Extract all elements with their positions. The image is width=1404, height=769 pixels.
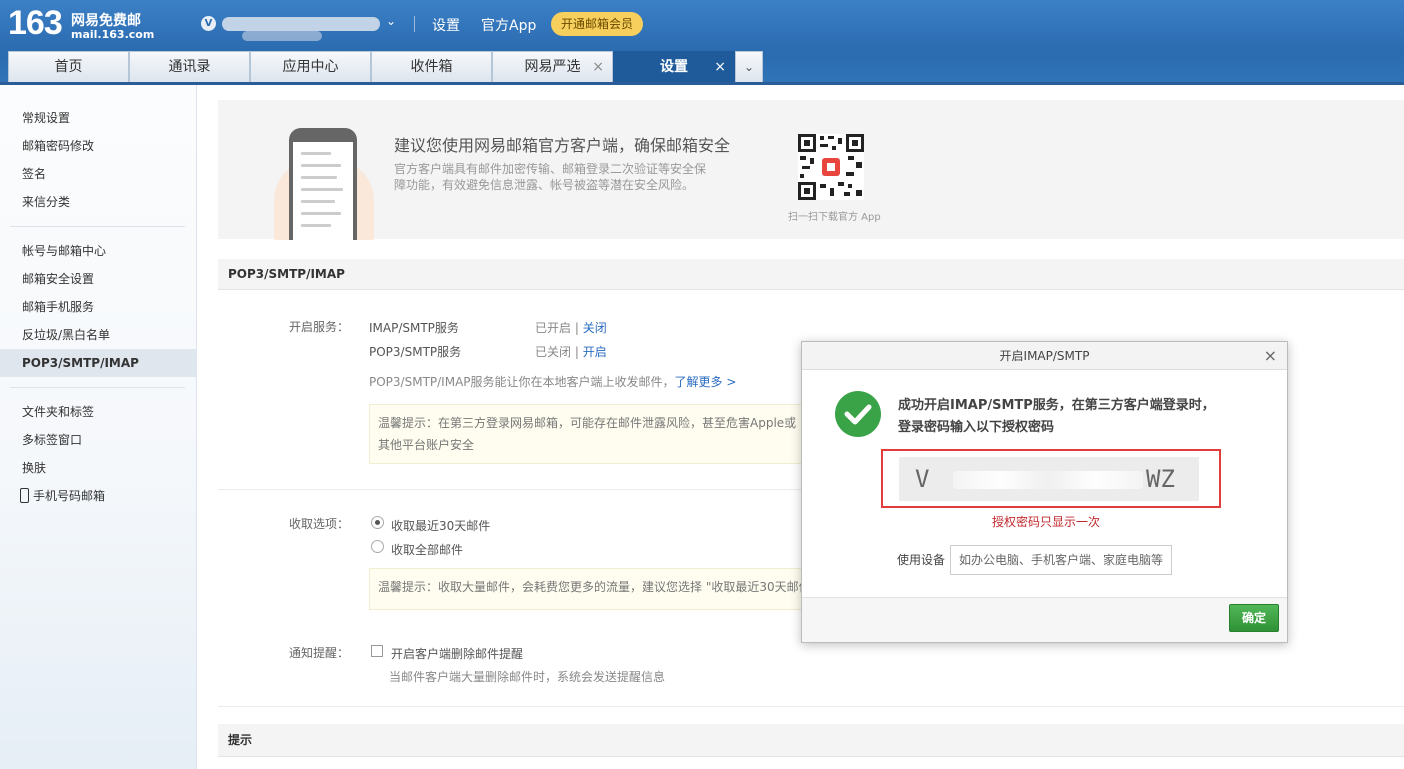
traffic-tip: 温馨提示：收取大量邮件，会耗费您更多的流量，建议您选择 "收取最近30天邮件" — [369, 568, 809, 610]
sidebar-item-phone-mailbox[interactable]: 手机号码邮箱 — [0, 482, 197, 510]
auth-code-redacted — [953, 471, 1143, 489]
sidebar-item-security[interactable]: 邮箱安全设置 — [0, 265, 197, 293]
sidebar-item-mobile-service[interactable]: 邮箱手机服务 — [0, 293, 197, 321]
mobile-phone-icon — [20, 488, 29, 503]
top-header: 163 网易免费邮 mail.163.com V ⌄ 设置 官方App 开通邮箱… — [0, 0, 1404, 85]
settings-sidebar: 常规设置 邮箱密码修改 签名 来信分类 帐号与邮箱中心 邮箱安全设置 邮箱手机服… — [0, 85, 197, 769]
sidebar-group-account: 帐号与邮箱中心 邮箱安全设置 邮箱手机服务 反垃圾/黑白名单 POP3/SMTP… — [0, 237, 197, 377]
logo-name: 网易免费邮 — [71, 13, 141, 29]
close-tab-icon[interactable]: × — [592, 52, 604, 82]
tab-inbox[interactable]: 收件箱 — [371, 51, 492, 82]
tab-label: 网易严选 — [524, 59, 581, 75]
tab-app-center[interactable]: 应用中心 — [250, 51, 371, 82]
sidebar-divider — [10, 387, 185, 388]
account-name-redacted[interactable] — [222, 17, 380, 41]
qr-code-icon — [798, 134, 864, 200]
sidebar-item-label: 手机号码邮箱 — [33, 489, 106, 503]
vip-button[interactable]: 开通邮箱会员 — [551, 12, 644, 36]
close-tab-icon[interactable]: × — [714, 52, 726, 82]
pop3-open-link[interactable]: 开启 — [583, 345, 607, 359]
vip-level-icon: V — [201, 16, 216, 31]
logo-domain: mail.163.com — [71, 28, 155, 41]
auth-code-start: V — [915, 465, 930, 493]
banner-description: 官方客户端具有邮件加密传输、邮箱登录二次验证等安全保障功能，有效避免信息泄露、帐… — [394, 162, 707, 192]
phone-illustration — [289, 128, 357, 240]
sidebar-item-pop3-smtp-imap[interactable]: POP3/SMTP/IMAP — [0, 349, 197, 377]
banner-title: 建议您使用网易邮箱官方客户端，确保邮箱安全 — [394, 136, 731, 155]
qr-caption: 扫一扫下载官方 App — [788, 212, 881, 223]
status-text: 已关闭 — [535, 345, 572, 359]
section-divider — [218, 706, 1404, 707]
sidebar-item-account-center[interactable]: 帐号与邮箱中心 — [0, 237, 197, 265]
sidebar-divider — [10, 226, 185, 227]
settings-link[interactable]: 设置 — [432, 15, 460, 35]
account-dropdown-icon[interactable]: ⌄ — [386, 14, 396, 28]
notify-checkbox[interactable] — [371, 645, 383, 657]
sidebar-item-general[interactable]: 常规设置 — [0, 104, 197, 132]
receive-options-label: 收取选项： — [289, 517, 350, 531]
auth-code[interactable]: V WZ — [899, 457, 1199, 501]
tab-label: 设置 — [660, 59, 688, 75]
service-info-text: POP3/SMTP/IMAP服务能让你在本地客户端上收发邮件， — [369, 375, 675, 389]
status-text: 已开启 — [535, 321, 572, 335]
divider: | — [574, 321, 579, 335]
sidebar-item-folders[interactable]: 文件夹和标签 — [0, 398, 197, 426]
sidebar-group-misc: 文件夹和标签 多标签窗口 换肤 手机号码邮箱 — [0, 398, 197, 510]
radio-30days[interactable] — [371, 516, 384, 529]
auth-code-end: WZ — [1146, 465, 1175, 493]
imap-service-status: 已开启 | 关闭 — [535, 319, 607, 336]
header-divider — [414, 16, 415, 32]
tab-label: 首页 — [54, 59, 83, 75]
sidebar-item-signature[interactable]: 签名 — [0, 160, 197, 188]
security-tip: 温馨提示：在第三方登录网易邮箱，可能存在邮件泄露风险，甚至危害Apple或其他平… — [369, 404, 809, 464]
tab-label: 应用中心 — [282, 59, 339, 75]
option-30days-label[interactable]: 收取最近30天邮件 — [391, 517, 490, 534]
pop3-service-status: 已关闭 | 开启 — [535, 343, 607, 360]
success-check-icon — [835, 391, 881, 437]
dialog-header: 开启IMAP/SMTP × — [802, 342, 1287, 370]
section-title-pop3: POP3/SMTP/IMAP — [218, 259, 1404, 290]
section-title-tips: 提示 — [218, 724, 1404, 757]
sidebar-item-multitab[interactable]: 多标签窗口 — [0, 426, 197, 454]
sidebar-group-general: 常规设置 邮箱密码修改 签名 来信分类 — [0, 104, 197, 216]
more-tabs-chevron-icon[interactable]: ⌄ — [735, 51, 763, 82]
sidebar-item-antispam[interactable]: 反垃圾/黑白名单 — [0, 321, 197, 349]
success-message: 成功开启IMAP/SMTP服务，在第三方客户端登录时，登录密码输入以下授权密码 — [898, 398, 1215, 435]
tab-label: 通讯录 — [168, 59, 211, 75]
imap-enabled-dialog: 开启IMAP/SMTP × 成功开启IMAP/SMTP服务，在第三方客户端登录时… — [801, 341, 1288, 643]
device-input[interactable]: 如办公电脑、手机客户端、家庭电脑等 — [950, 545, 1172, 575]
pop3-service-name: POP3/SMTP服务 — [369, 345, 462, 359]
official-app-link[interactable]: 官方App — [481, 15, 536, 35]
client-promo-banner: 建议您使用网易邮箱官方客户端，确保邮箱安全 官方客户端具有邮件加密传输、邮箱登录… — [218, 100, 1404, 240]
notify-option-label[interactable]: 开启客户端删除邮件提醒 — [391, 645, 523, 662]
auth-code-highlight: V WZ — [881, 449, 1221, 508]
device-label: 使用设备 — [897, 553, 946, 567]
one-time-warning: 授权密码只显示一次 — [992, 515, 1101, 529]
divider: | — [574, 345, 579, 359]
tab-home[interactable]: 首页 — [8, 51, 129, 82]
tab-settings[interactable]: 设置 × — [613, 51, 735, 82]
option-all-label[interactable]: 收取全部邮件 — [391, 541, 463, 558]
sidebar-item-filters[interactable]: 来信分类 — [0, 188, 197, 216]
dialog-footer — [802, 597, 1287, 642]
dialog-title: 开启IMAP/SMTP — [999, 349, 1090, 363]
section-divider — [218, 489, 818, 490]
imap-close-link[interactable]: 关闭 — [583, 321, 607, 335]
close-icon[interactable]: × — [1264, 342, 1277, 370]
tab-yanxuan[interactable]: 网易严选 × — [492, 51, 613, 82]
logo-number: 163 — [8, 4, 63, 42]
tab-label: 收件箱 — [410, 59, 453, 75]
confirm-button[interactable]: 确定 — [1229, 604, 1279, 632]
imap-service-name: IMAP/SMTP服务 — [369, 321, 459, 335]
learn-more-link[interactable]: 了解更多 > — [675, 375, 737, 389]
service-info: POP3/SMTP/IMAP服务能让你在本地客户端上收发邮件，了解更多 > — [369, 373, 736, 390]
sidebar-item-skin[interactable]: 换肤 — [0, 454, 197, 482]
notify-label: 通知提醒： — [289, 646, 350, 660]
notify-description: 当邮件客户端大量删除邮件时，系统会发送提醒信息 — [389, 670, 666, 684]
radio-all-mail[interactable] — [371, 540, 384, 553]
service-label: 开启服务： — [289, 320, 350, 334]
sidebar-item-password[interactable]: 邮箱密码修改 — [0, 132, 197, 160]
tab-contacts[interactable]: 通讯录 — [129, 51, 250, 82]
